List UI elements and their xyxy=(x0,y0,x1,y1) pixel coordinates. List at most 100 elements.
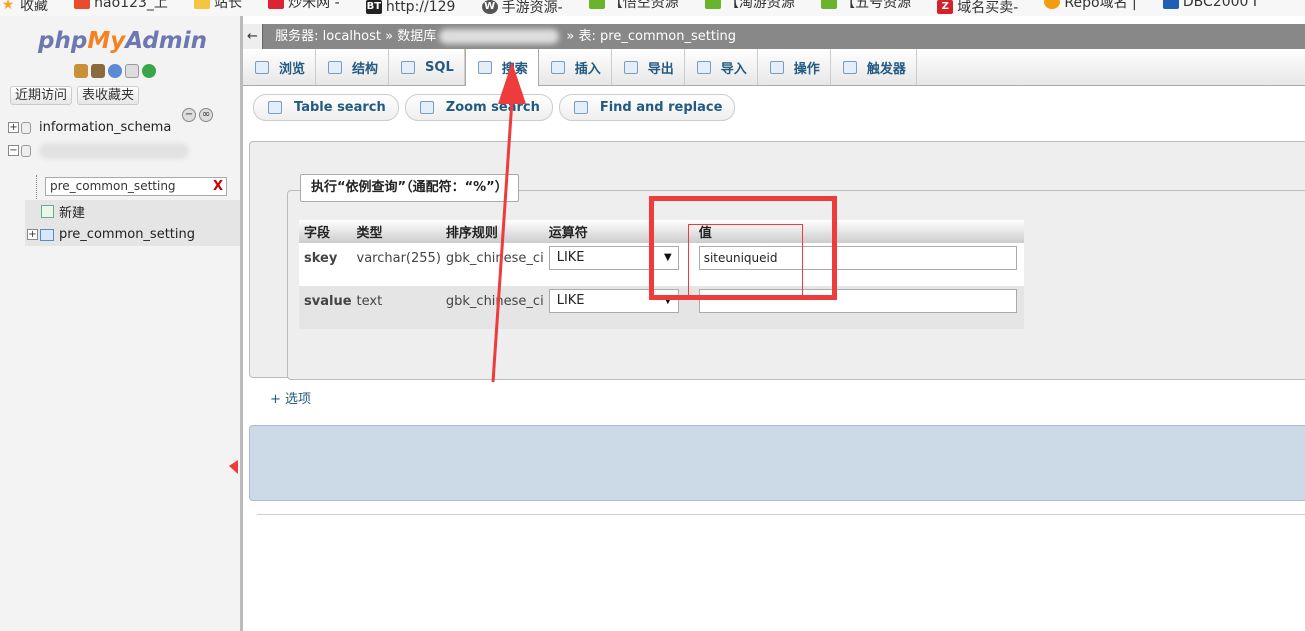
insert-icon xyxy=(550,60,565,74)
wechat-icon xyxy=(704,0,721,9)
nav-tabs: 近期访问 表收藏夹 xyxy=(10,86,140,105)
z-icon: Z xyxy=(937,0,954,14)
help-icon[interactable] xyxy=(108,64,122,78)
tree-item-current-database[interactable]: − xyxy=(8,139,240,162)
replace-icon xyxy=(573,101,588,114)
clear-filter-icon[interactable]: X xyxy=(213,178,223,195)
expand-icon[interactable]: + xyxy=(8,122,19,133)
options-link[interactable]: + 选项 xyxy=(270,388,311,407)
search-mode-tabs: Table search Zoom search Find and replac… xyxy=(253,94,736,121)
tab-browse[interactable]: 浏览 xyxy=(243,49,317,85)
nav-icon-bar xyxy=(74,64,156,78)
tree-item-information-schema[interactable]: + information_schema xyxy=(8,116,240,139)
tab-search[interactable]: 搜索 xyxy=(464,49,539,86)
zoom-icon xyxy=(419,101,434,114)
expand-icon[interactable]: + xyxy=(27,229,38,240)
recent-tab[interactable]: 近期访问 xyxy=(10,86,73,105)
tab-triggers[interactable]: 触发器 xyxy=(831,49,917,85)
wrench-icon xyxy=(769,60,784,74)
database-tree: + information_schema − xyxy=(8,116,240,162)
import-icon xyxy=(696,60,711,74)
bookmark-repo[interactable]: Repo域名 | xyxy=(1044,0,1137,11)
phpmyadmin-logo[interactable]: phpMyAdmin xyxy=(38,28,207,54)
header-field: 字段 xyxy=(299,220,352,243)
tab-structure[interactable]: 结构 xyxy=(316,49,390,85)
bookmark-favorites[interactable]: ★ 收藏 xyxy=(0,0,48,14)
database-name[interactable]: information_schema xyxy=(39,120,171,135)
repo-icon xyxy=(1044,0,1061,9)
wordpress-icon: W xyxy=(481,0,498,14)
structure-icon xyxy=(328,60,343,74)
export-icon xyxy=(623,60,638,74)
search-icon xyxy=(268,101,282,114)
table-icon xyxy=(40,228,54,241)
table-filter-input[interactable]: pre_common_setting X xyxy=(45,177,227,196)
tab-export[interactable]: 导出 xyxy=(612,49,685,85)
breadcrumb-database[interactable]: 数据库 xyxy=(397,29,436,44)
redacted-database-name xyxy=(439,29,560,44)
collapse-icon[interactable]: − xyxy=(8,145,19,156)
breadcrumb-server[interactable]: 服务器: localhost xyxy=(275,29,381,44)
submit-panel xyxy=(249,425,1305,501)
chart-icon xyxy=(268,0,285,9)
trigger-icon xyxy=(842,60,857,74)
fieldset-legend: 执行“依例查询”（通配符：“%”） xyxy=(300,174,519,202)
tab-insert[interactable]: 插入 xyxy=(539,49,612,85)
database-icon xyxy=(21,121,31,134)
tree-item-table[interactable]: + pre_common_setting xyxy=(25,223,240,246)
table-tabs: 浏览 结构 SQL 搜索 插入 导出 导入 操作 触发器 xyxy=(243,49,1305,86)
documentation-icon[interactable] xyxy=(125,64,139,78)
bookmark-dbc2000[interactable]: DBC2000 I xyxy=(1162,0,1257,10)
sql-icon xyxy=(401,60,416,74)
bookmark-taoyou[interactable]: 【淘游资源 xyxy=(704,0,795,11)
header-type: 类型 xyxy=(351,220,441,243)
field-name: svalue xyxy=(299,286,352,329)
browse-icon xyxy=(255,60,269,74)
bookmark-bt[interactable]: BT http://129 xyxy=(365,0,455,15)
bookmark-webmaster[interactable]: 站长 xyxy=(194,0,242,11)
main-panel: ← 服务器: localhost » 数据库 » 表: pre_common_s… xyxy=(243,16,1305,631)
search-icon xyxy=(477,61,492,74)
home-icon[interactable] xyxy=(74,64,88,78)
navigation-panel: phpMyAdmin 近期访问 表收藏夹 − ∞ xyxy=(0,16,240,631)
table-list: 新建 + pre_common_setting xyxy=(25,200,240,246)
bookmark-chaomi[interactable]: 炒米网 - xyxy=(268,0,340,11)
breadcrumb-table[interactable]: 表: pre_common_setting xyxy=(579,29,737,44)
star-icon: ★ xyxy=(1,0,15,13)
tab-import[interactable]: 导入 xyxy=(685,49,758,85)
zoom-search-button[interactable]: Zoom search xyxy=(404,94,553,121)
redacted-database-name xyxy=(39,142,189,159)
database-icon xyxy=(21,144,31,157)
divider xyxy=(257,514,1305,515)
bookmark-wuhao[interactable]: 【五号资源 xyxy=(821,0,911,11)
bookmark-hao123[interactable]: hao123_上 xyxy=(74,0,168,11)
field-collation: gbk_chinese_ci xyxy=(440,243,544,286)
bookmark-domain-trade[interactable]: Z 域名买卖- xyxy=(937,0,1018,16)
field-type: text xyxy=(351,286,441,329)
hao123-icon xyxy=(74,0,91,9)
wechat-icon xyxy=(821,0,838,9)
back-arrow-icon[interactable]: ← xyxy=(243,24,263,49)
bookmarks-bar: ★ 收藏 hao123_上 站长 炒米网 - BT http://129 W 手游资源… xyxy=(0,0,1305,16)
annotation-thin-box xyxy=(688,224,803,298)
table-search-button[interactable]: Table search xyxy=(253,94,399,121)
field-type: varchar(255) xyxy=(351,243,441,286)
bookmark-mobile-games[interactable]: W 手游资源- xyxy=(481,0,563,16)
reload-icon[interactable] xyxy=(142,64,156,78)
tab-operations[interactable]: 操作 xyxy=(758,49,831,85)
logout-icon[interactable] xyxy=(91,64,105,78)
tab-sql[interactable]: SQL xyxy=(389,49,465,85)
field-collation: gbk_chinese_ci xyxy=(440,286,544,329)
bookmark-wukong[interactable]: 【悟空资源 xyxy=(588,0,679,11)
new-table-icon xyxy=(41,205,54,218)
folder-icon xyxy=(194,0,211,9)
favorites-tab[interactable]: 表收藏夹 xyxy=(77,86,140,105)
dbc-icon xyxy=(1162,0,1179,9)
tree-item-new[interactable]: 新建 xyxy=(25,200,240,223)
find-and-replace-button[interactable]: Find and replace xyxy=(558,94,736,121)
bt-icon: BT xyxy=(365,0,382,14)
breadcrumb: ← 服务器: localhost » 数据库 » 表: pre_common_s… xyxy=(243,24,1305,49)
header-collation: 排序规则 xyxy=(440,220,544,243)
wechat-icon xyxy=(588,0,605,9)
field-name: skey xyxy=(299,243,352,286)
